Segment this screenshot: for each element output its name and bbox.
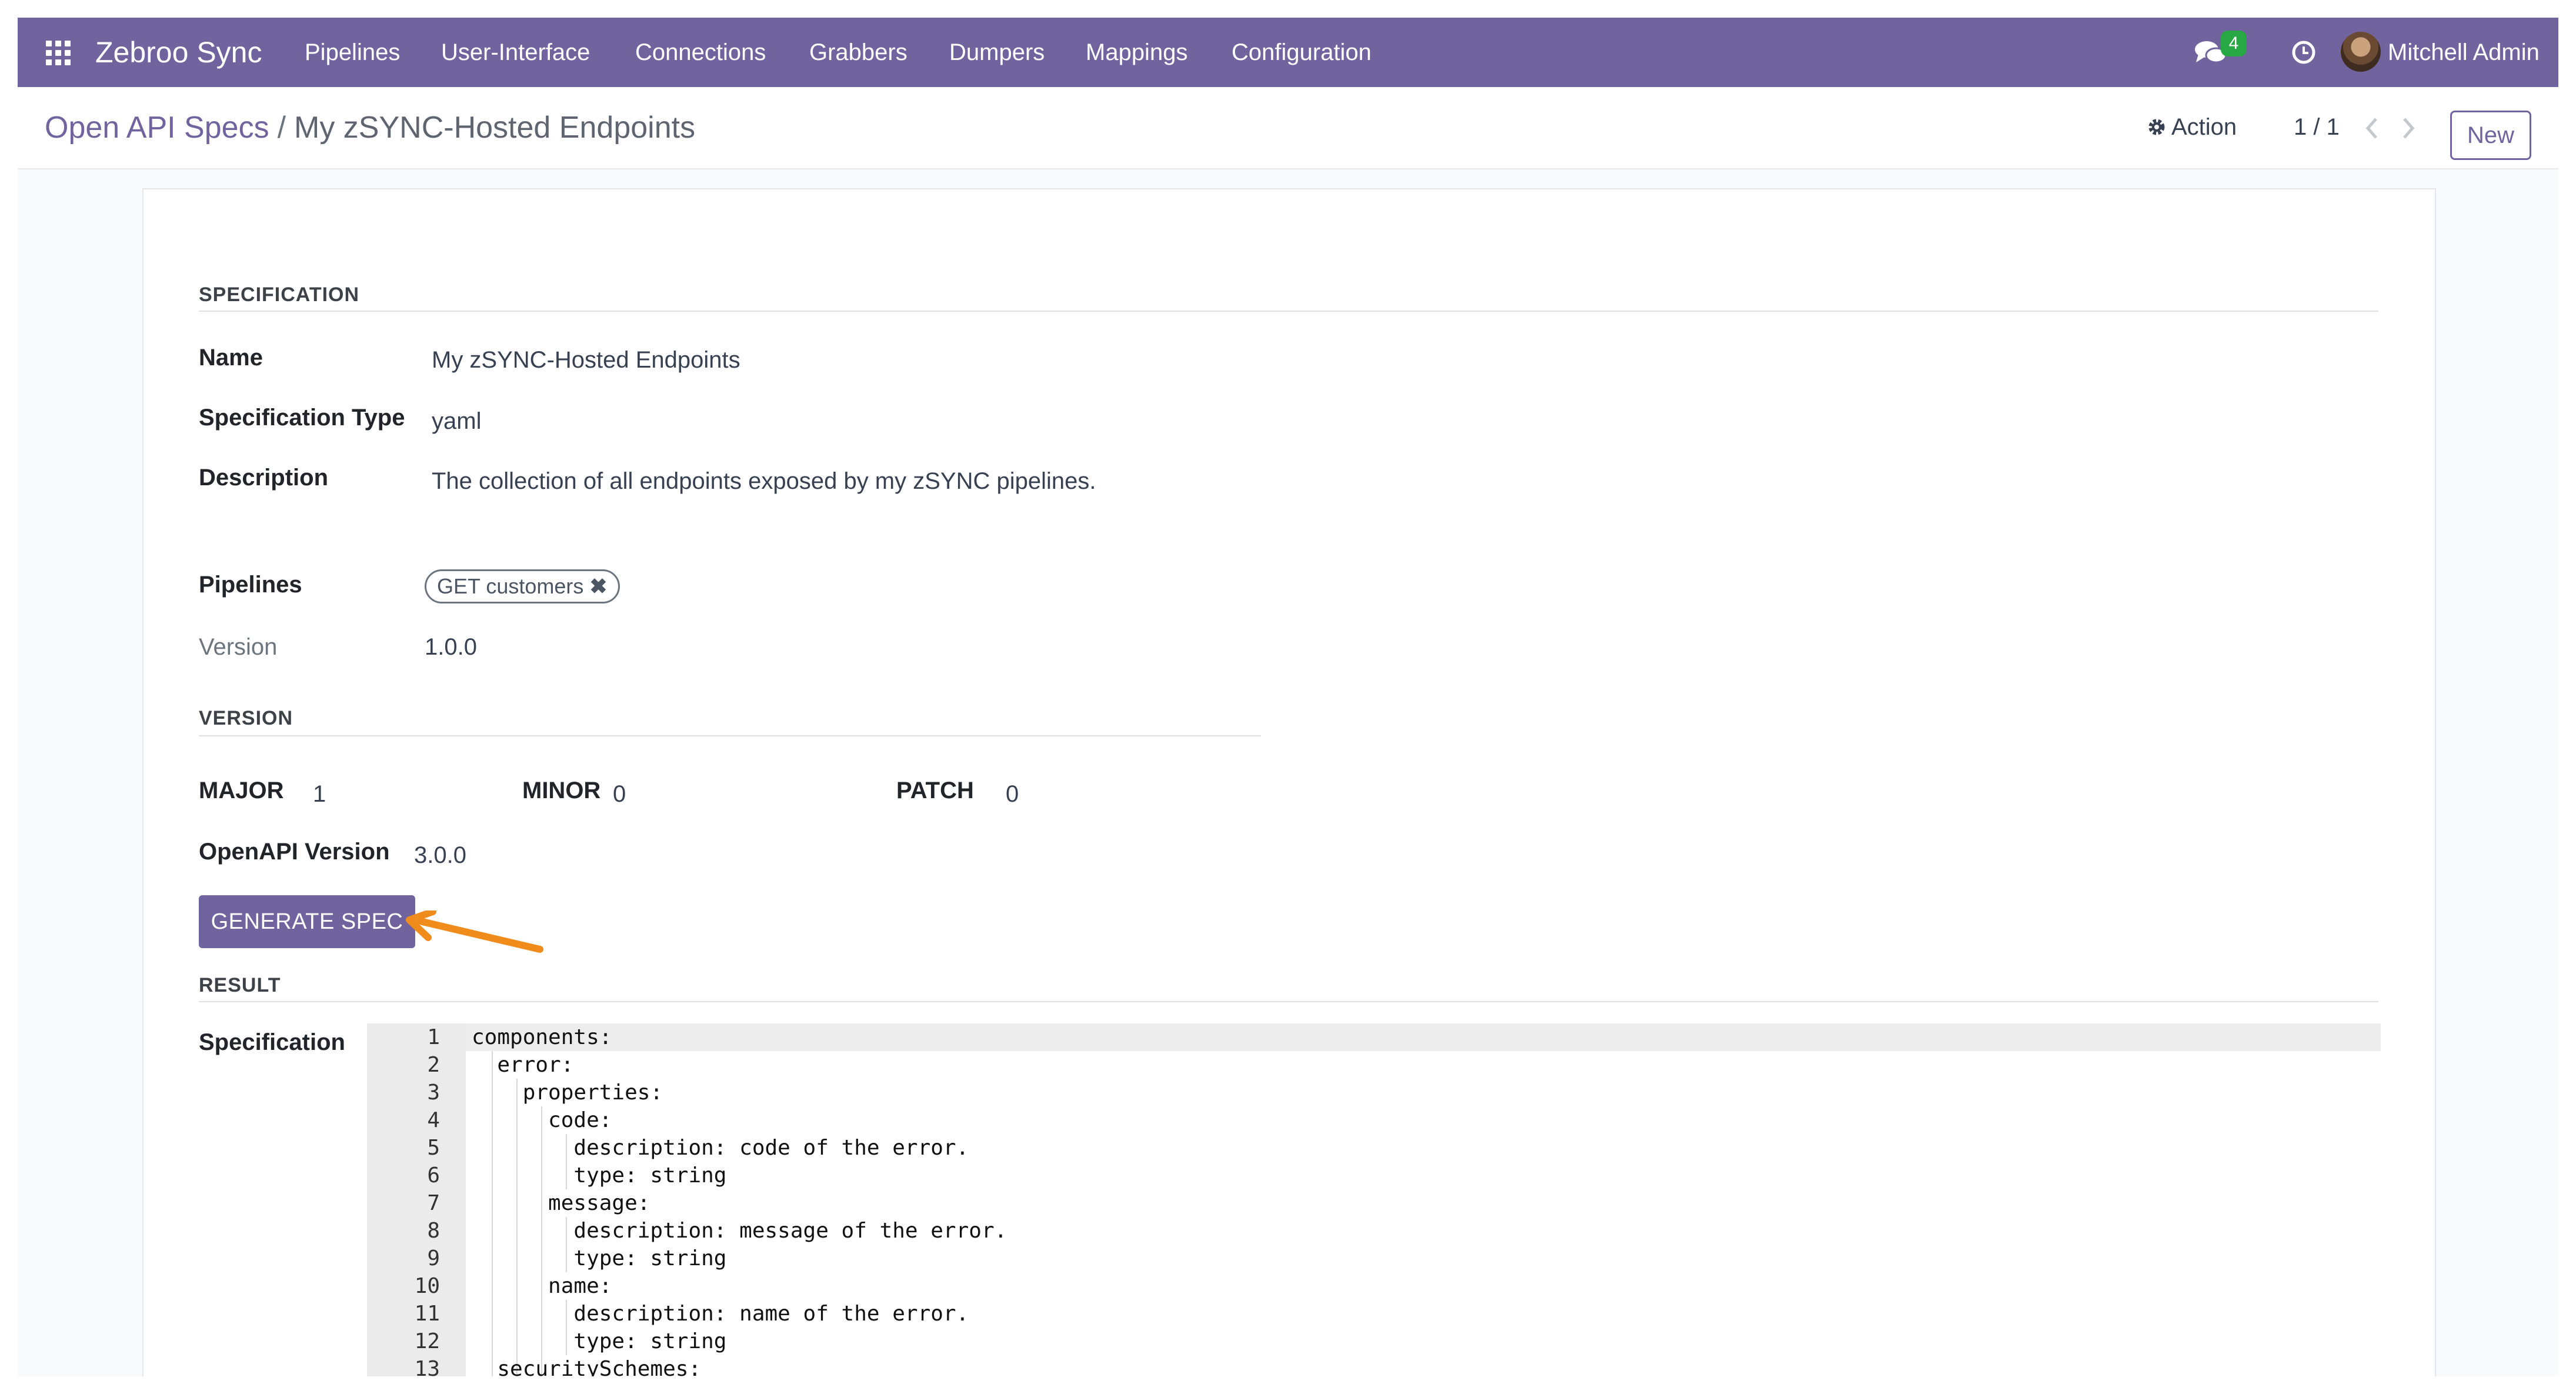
menu-grabbers[interactable]: Grabbers — [809, 18, 907, 87]
code-line: description: code of the error. — [472, 1136, 969, 1160]
action-menu-button[interactable]: Action — [2147, 109, 2237, 145]
minor-label: MINOR — [522, 778, 601, 803]
pipeline-tag: GET customers ✖ — [425, 569, 620, 603]
section-divider — [199, 735, 1261, 736]
line-number: 12 — [414, 1329, 440, 1353]
gear-icon — [2148, 119, 2165, 135]
messages-count-badge: 4 — [2221, 31, 2247, 56]
openapi-version-field[interactable]: 3.0.0 — [414, 842, 466, 869]
minor-field[interactable]: 0 — [613, 781, 626, 808]
app-window: Zebroo Sync Pipelines User-Interface Con… — [18, 18, 2558, 1376]
app-brand[interactable]: Zebroo Sync — [95, 18, 262, 87]
menu-pipelines[interactable]: Pipelines — [305, 18, 400, 87]
annotation-arrow-icon — [406, 911, 543, 953]
pipeline-tag-label: GET customers — [437, 574, 584, 598]
specification-type-label: Specification Type — [199, 405, 405, 431]
menu-mappings[interactable]: Mappings — [1086, 18, 1187, 87]
breadcrumb-parent-link[interactable]: Open API Specs — [45, 111, 269, 145]
pipelines-label: Pipelines — [199, 572, 302, 598]
code-line: description: message of the error. — [472, 1219, 1007, 1243]
major-field[interactable]: 1 — [313, 781, 326, 808]
section-divider — [199, 311, 2378, 312]
code-line: error: — [472, 1053, 574, 1077]
name-label: Name — [199, 345, 263, 371]
control-panel: Open API Specs / My zSYNC-Hosted Endpoints… — [18, 87, 2558, 169]
line-number: 13 — [414, 1357, 440, 1376]
breadcrumb-separator: / — [277, 111, 286, 145]
code-editor[interactable]: 1 2 3 4 5 6 7 8 9 10 11 12 13 components… — [367, 1023, 2381, 1376]
clock-icon[interactable] — [2291, 40, 2316, 65]
section-divider — [199, 1001, 2378, 1002]
version-field: 1.0.0 — [425, 634, 477, 660]
patch-label: PATCH — [896, 778, 974, 803]
specification-label: Specification — [199, 1029, 345, 1055]
form-sheet: SPECIFICATION Name My zSYNC-Hosted Endpo… — [142, 188, 2436, 1376]
code-line: securitySchemes: — [472, 1357, 702, 1376]
code-line: components: — [472, 1025, 612, 1049]
code-line: type: string — [472, 1246, 727, 1270]
code-line: type: string — [472, 1163, 727, 1188]
line-number: 6 — [427, 1163, 440, 1188]
section-title-specification: SPECIFICATION — [199, 284, 360, 306]
new-record-button[interactable]: New — [2450, 111, 2531, 160]
name-field[interactable]: My zSYNC-Hosted Endpoints — [432, 347, 740, 373]
generate-spec-button[interactable]: GENERATE SPEC — [199, 895, 415, 948]
section-title-version: VERSION — [199, 707, 293, 729]
chevron-right-icon[interactable] — [2398, 116, 2418, 140]
user-avatar[interactable] — [2341, 32, 2381, 72]
menu-configuration[interactable]: Configuration — [1232, 18, 1372, 87]
line-number: 2 — [427, 1053, 440, 1077]
specification-type-field[interactable]: yaml — [432, 408, 481, 435]
section-title-result: RESULT — [199, 974, 281, 996]
code-line: properties: — [472, 1080, 663, 1105]
line-number: 1 — [427, 1025, 440, 1049]
patch-field[interactable]: 0 — [1006, 781, 1019, 808]
active-line-highlight — [466, 1023, 2381, 1051]
line-number: 7 — [427, 1191, 440, 1215]
tag-remove-icon[interactable]: ✖ — [589, 574, 607, 598]
action-label: Action — [2171, 114, 2237, 140]
code-line: type: string — [472, 1329, 727, 1353]
menu-user-interface[interactable]: User-Interface — [441, 18, 590, 87]
apps-menu-icon[interactable] — [46, 41, 71, 65]
code-line: code: — [472, 1108, 612, 1132]
menu-dumpers[interactable]: Dumpers — [949, 18, 1045, 87]
code-line: message: — [472, 1191, 650, 1215]
user-name[interactable]: Mitchell Admin — [2388, 18, 2540, 87]
code-line: description: name of the error. — [472, 1302, 969, 1326]
top-navbar: Zebroo Sync Pipelines User-Interface Con… — [18, 18, 2558, 87]
line-number: 5 — [427, 1136, 440, 1160]
chevron-left-icon[interactable] — [2362, 116, 2382, 140]
description-field[interactable]: The collection of all endpoints exposed … — [432, 468, 1096, 495]
pager-value[interactable]: 1 / 1 — [2294, 109, 2340, 145]
major-label: MAJOR — [199, 778, 284, 803]
openapi-version-label: OpenAPI Version — [199, 839, 390, 865]
code-line: name: — [472, 1274, 612, 1298]
line-number: 10 — [414, 1274, 440, 1298]
line-number: 3 — [427, 1080, 440, 1105]
line-number: 4 — [427, 1108, 440, 1132]
breadcrumb-current: My zSYNC-Hosted Endpoints — [294, 111, 696, 145]
description-label: Description — [199, 465, 329, 491]
version-label: Version — [199, 634, 278, 660]
menu-connections[interactable]: Connections — [635, 18, 766, 87]
line-number: 11 — [414, 1302, 440, 1326]
breadcrumb: Open API Specs / My zSYNC-Hosted Endpoints — [45, 87, 695, 168]
line-number: 9 — [427, 1246, 440, 1270]
line-number: 8 — [427, 1219, 440, 1243]
